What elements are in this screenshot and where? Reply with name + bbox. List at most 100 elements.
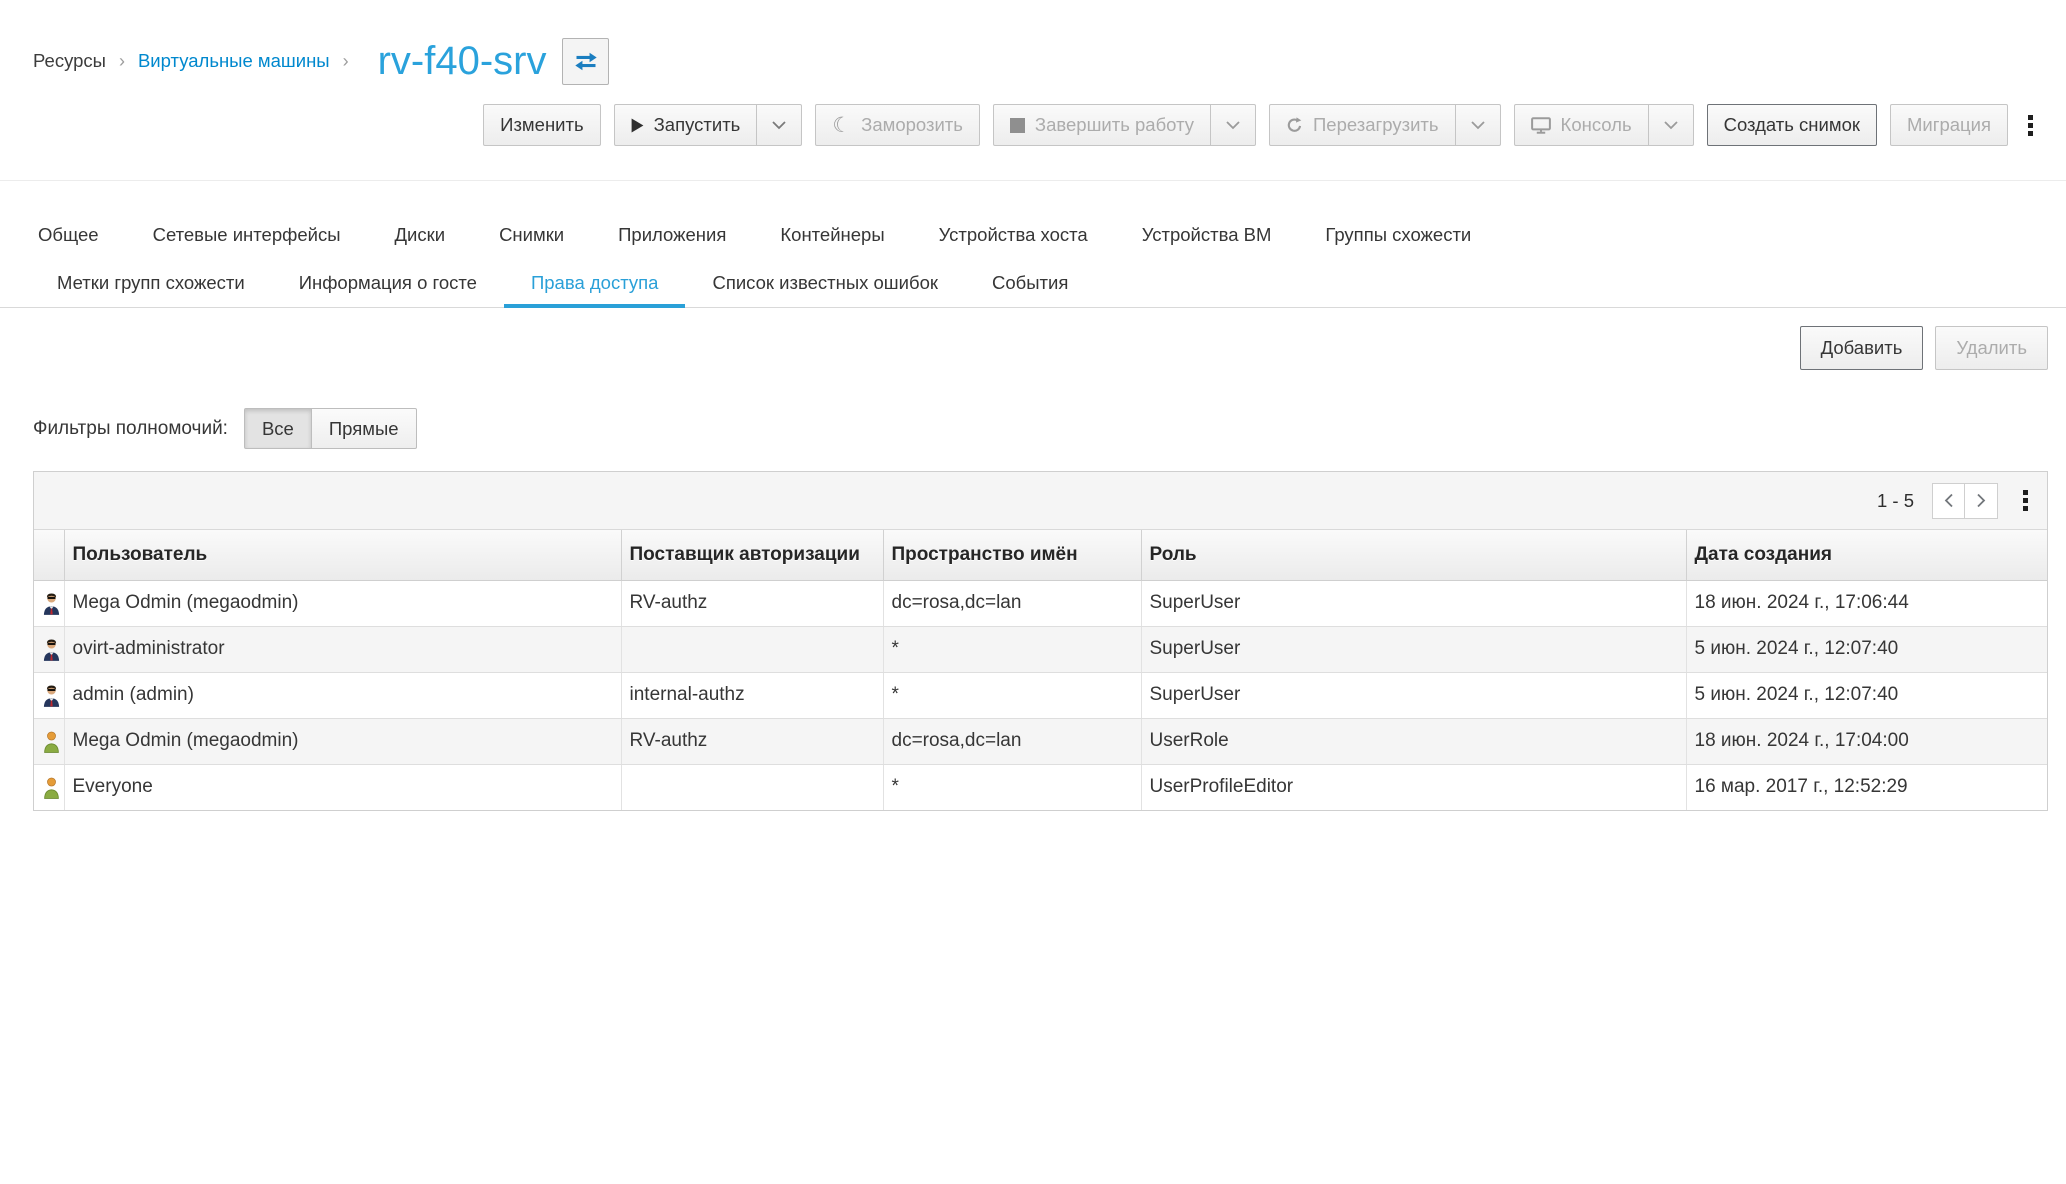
- user-cell: Mega Odmin (megaodmin): [64, 580, 621, 626]
- tab-errata[interactable]: Список известных ошибок: [685, 259, 965, 307]
- column-header-role[interactable]: Роль: [1141, 530, 1686, 580]
- column-header-namespace[interactable]: Пространство имён: [883, 530, 1141, 580]
- permissions-table: Пользователь Поставщик авторизации Прост…: [34, 530, 2047, 810]
- filter-label: Фильтры полномочий:: [33, 418, 228, 440]
- shutdown-button-group: Завершить работу: [993, 104, 1256, 146]
- permission-filter-row: Фильтры полномочий: Все Прямые: [33, 408, 2048, 449]
- namespace-cell: *: [883, 626, 1141, 672]
- reboot-button[interactable]: Перезагрузить: [1269, 104, 1456, 146]
- chevron-down-icon: [1226, 121, 1240, 130]
- tab-disks[interactable]: Диски: [368, 211, 473, 259]
- stop-icon: [1010, 118, 1025, 133]
- permissions-panel: Добавить Удалить Фильтры полномочий: Все…: [0, 326, 2066, 811]
- tab-containers[interactable]: Контейнеры: [753, 211, 911, 259]
- tab-host-devices[interactable]: Устройства хоста: [912, 211, 1115, 259]
- pager-next-button[interactable]: [1965, 483, 1998, 519]
- migrate-button[interactable]: Миграция: [1890, 104, 2008, 146]
- breadcrumb: Ресурсы › Виртуальные машины › rv-f40-sr…: [0, 32, 2066, 90]
- vm-action-toolbar: Изменить Запустить ☾ Заморозить: [0, 90, 2066, 180]
- admin-user-icon: [42, 683, 61, 707]
- role-cell: SuperUser: [1141, 580, 1686, 626]
- breadcrumb-item-virtual-machines[interactable]: Виртуальные машины: [138, 50, 330, 72]
- suspend-button[interactable]: ☾ Заморозить: [815, 104, 980, 146]
- kebab-icon: [2028, 115, 2033, 120]
- filter-all-label: Все: [262, 418, 294, 440]
- play-icon: [631, 118, 644, 133]
- role-cell: UserRole: [1141, 718, 1686, 764]
- tab-affinity-groups[interactable]: Группы схожести: [1298, 211, 1498, 259]
- tab-events[interactable]: События: [965, 259, 1095, 307]
- admin-user-icon: [42, 637, 61, 661]
- user-icon: [42, 775, 61, 799]
- pagination-range: 1 - 5: [1877, 490, 1914, 512]
- chevron-down-icon: [772, 121, 786, 130]
- restart-icon: [1286, 117, 1303, 134]
- run-dropdown-button[interactable]: [757, 104, 802, 146]
- add-button[interactable]: Добавить: [1800, 326, 1924, 370]
- breadcrumb-item-resources[interactable]: Ресурсы: [33, 50, 106, 72]
- tab-snapshots[interactable]: Снимки: [472, 211, 591, 259]
- created-cell: 16 мар. 2017 г., 12:52:29: [1686, 764, 2047, 810]
- created-cell: 18 июн. 2024 г., 17:04:00: [1686, 718, 2047, 764]
- console-dropdown-button[interactable]: [1649, 104, 1694, 146]
- chevron-right-icon: ›: [343, 51, 349, 72]
- shutdown-button[interactable]: Завершить работу: [993, 104, 1211, 146]
- console-label: Консоль: [1561, 114, 1632, 136]
- grid-kebab-button[interactable]: [2016, 482, 2035, 519]
- filter-all-button[interactable]: Все: [244, 408, 312, 449]
- permissions-actions: Добавить Удалить: [33, 326, 2048, 370]
- column-header-created[interactable]: Дата создания: [1686, 530, 2047, 580]
- shutdown-dropdown-button[interactable]: [1211, 104, 1256, 146]
- provider-cell: [621, 626, 883, 672]
- user-cell: ovirt-administrator: [64, 626, 621, 672]
- provider-cell: RV-authz: [621, 718, 883, 764]
- table-header: Пользователь Поставщик авторизации Прост…: [34, 530, 2047, 580]
- filter-direct-button[interactable]: Прямые: [312, 408, 417, 449]
- tabs-row-1: Общее Сетевые интерфейсы Диски Снимки Пр…: [0, 211, 2066, 259]
- run-button-group: Запустить: [614, 104, 803, 146]
- reboot-dropdown-button[interactable]: [1456, 104, 1501, 146]
- column-header-user[interactable]: Пользователь: [64, 530, 621, 580]
- admin-user-icon: [42, 591, 61, 615]
- run-label: Запустить: [654, 114, 741, 136]
- edit-button[interactable]: Изменить: [483, 104, 600, 146]
- create-snapshot-label: Создать снимок: [1724, 114, 1860, 136]
- console-button-group: Консоль: [1514, 104, 1694, 146]
- user-cell: Mega Odmin (megaodmin): [64, 718, 621, 764]
- namespace-cell: dc=rosa,dc=lan: [883, 718, 1141, 764]
- column-header-provider[interactable]: Поставщик авторизации: [621, 530, 883, 580]
- remove-button[interactable]: Удалить: [1935, 326, 2048, 370]
- table-row[interactable]: Everyone * UserProfileEditor 16 мар. 201…: [34, 764, 2047, 810]
- table-row[interactable]: ovirt-administrator * SuperUser 5 июн. 2…: [34, 626, 2047, 672]
- table-row[interactable]: Mega Odmin (megaodmin) RV-authz dc=rosa,…: [34, 580, 2047, 626]
- pager-prev-button[interactable]: [1932, 483, 1965, 519]
- page-title: rv-f40-srv: [378, 40, 547, 82]
- tab-guest-info[interactable]: Информация о госте: [272, 259, 504, 307]
- tab-general[interactable]: Общее: [11, 211, 126, 259]
- add-label: Добавить: [1821, 337, 1903, 359]
- tab-applications[interactable]: Приложения: [591, 211, 753, 259]
- provider-cell: [621, 764, 883, 810]
- reboot-button-group: Перезагрузить: [1269, 104, 1501, 146]
- page-header: Ресурсы › Виртуальные машины › rv-f40-sr…: [0, 0, 2066, 181]
- table-row[interactable]: admin (admin) internal-authz * SuperUser…: [34, 672, 2047, 718]
- user-type-icon-cell: [34, 580, 64, 626]
- toolbar-kebab-button[interactable]: [2021, 107, 2040, 144]
- created-cell: 18 июн. 2024 г., 17:06:44: [1686, 580, 2047, 626]
- console-button[interactable]: Консоль: [1514, 104, 1649, 146]
- namespace-cell: *: [883, 764, 1141, 810]
- table-row[interactable]: Mega Odmin (megaodmin) RV-authz dc=rosa,…: [34, 718, 2047, 764]
- tab-affinity-labels[interactable]: Метки групп схожести: [30, 259, 272, 307]
- user-type-icon-cell: [34, 626, 64, 672]
- user-cell: Everyone: [64, 764, 621, 810]
- chevron-down-icon: [1471, 121, 1485, 130]
- create-snapshot-button[interactable]: Создать снимок: [1707, 104, 1877, 146]
- tab-vm-devices[interactable]: Устройства ВМ: [1115, 211, 1299, 259]
- tab-permissions[interactable]: Права доступа: [504, 259, 686, 307]
- tabs-row-2: Метки групп схожести Информация о госте …: [0, 259, 2066, 307]
- tab-network-interfaces[interactable]: Сетевые интерфейсы: [126, 211, 368, 259]
- column-header-icon: [34, 530, 64, 580]
- swap-view-button[interactable]: [562, 38, 609, 85]
- provider-cell: RV-authz: [621, 580, 883, 626]
- run-button[interactable]: Запустить: [614, 104, 758, 146]
